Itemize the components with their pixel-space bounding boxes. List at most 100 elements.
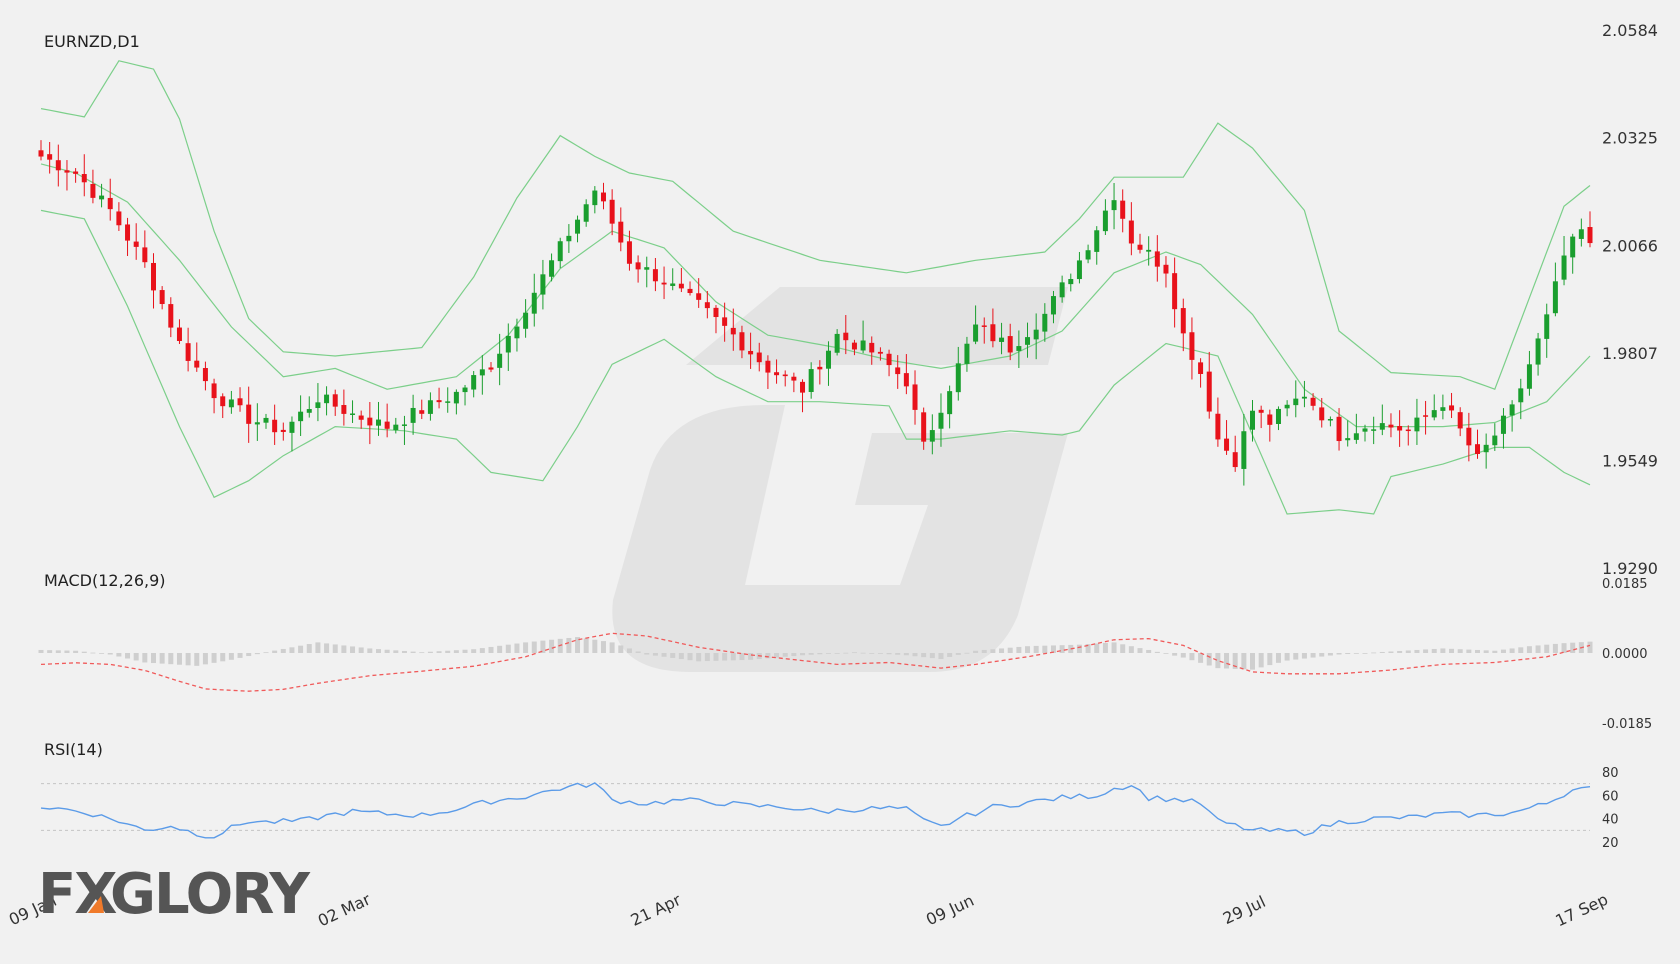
candle-body [877,351,883,354]
candle-body [817,366,823,370]
macd-histogram-bar [635,651,641,653]
macd-histogram-bar [886,653,892,655]
candle-body [393,424,399,431]
macd-histogram-bar [938,653,944,660]
candle-body [55,160,61,171]
candle-body [315,402,321,408]
candle-body [419,410,425,414]
rsi-axis-label: 40 [1602,813,1619,828]
macd-histogram-bar [1570,642,1576,653]
macd-histogram-bar [289,647,295,653]
macd-histogram-bar [713,653,719,661]
candle-body [1163,264,1169,274]
macd-histogram-bar [670,653,676,658]
candle-body [1449,405,1455,411]
macd-histogram-bar [774,653,780,658]
macd-histogram-bar [981,649,987,653]
macd-histogram-bar [678,653,684,660]
candle-body [505,335,511,353]
macd-histogram-bar [1120,644,1126,653]
candle-body [825,350,831,369]
macd-histogram-bar [81,651,87,653]
candle-body [696,293,702,300]
candle-body [410,407,416,423]
candle-body [999,337,1005,342]
candle-body [990,324,996,342]
macd-histogram-bar [912,653,918,657]
candle-body [1431,410,1437,418]
macd-histogram-bar [990,649,996,653]
macd-histogram-bar [73,650,79,653]
candle-body [955,363,961,393]
candle-body [228,399,234,408]
macd-histogram-bar [367,648,373,653]
candle-body [1475,444,1481,454]
candle-body [1198,362,1204,374]
macd-histogram-bar [583,638,589,653]
macd-histogram-bar [748,653,754,660]
candle-body [540,274,546,295]
macd-histogram-bar [1042,645,1048,653]
candle-body [808,369,814,393]
macd-histogram-bar [99,653,105,654]
macd-histogram-bar [782,653,788,657]
macd-histogram-bar [1180,653,1186,658]
macd-histogram-bar [722,653,728,661]
macd-histogram-bar [1423,649,1429,653]
macd-histogram-bar [462,649,468,653]
candle-body [938,412,944,429]
candle-body [895,367,901,375]
candle-body [384,421,390,429]
macd-histogram-bar [739,653,745,661]
candle-body [921,412,927,442]
macd-histogram-bar [1509,648,1515,653]
candle-body [1362,428,1368,432]
price-axis-label: 1.9807 [1602,344,1658,363]
macd-histogram-bar [497,645,503,653]
macd-histogram-bar [427,651,433,653]
macd-histogram-bar [1301,653,1307,659]
macd-histogram-bar [401,650,407,653]
macd-histogram-bar [280,648,286,653]
macd-histogram-bar [1224,653,1230,669]
macd-histogram-bar [523,642,529,653]
macd-histogram-bar [825,653,831,654]
candle-body [1154,251,1160,267]
macd-histogram-bar [1284,653,1290,661]
price-chart: 2.0584 2.0325 2.0066 1.9807 1.9549 1.92900.01… [0,0,1680,960]
macd-histogram-bar [150,653,156,664]
candle-body [929,430,935,442]
candle-body [81,174,87,183]
macd-histogram-bar [1128,646,1134,653]
macd-histogram-bar [1518,647,1524,653]
macd-histogram-bar [1059,645,1065,653]
candle-body [159,290,165,305]
candle-body [626,241,632,264]
candle-body [903,373,909,387]
macd-histogram-bar [133,653,139,661]
macd-histogram-bar [1353,653,1359,654]
candle-body [479,369,485,376]
candle-body [38,150,44,157]
candle-body [194,360,200,368]
macd-histogram-bar [47,650,53,653]
candle-body [1111,200,1117,211]
candle-body [1033,329,1039,340]
macd-histogram-bar [1397,650,1403,653]
candle-body [1457,412,1463,429]
candle-body [427,400,433,414]
macd-histogram-bar [1475,649,1481,653]
candle-body [1518,388,1524,403]
candle-body [635,262,641,270]
candle-body [981,325,987,327]
candle-body [1379,423,1385,430]
macd-histogram-bar [1431,648,1437,653]
candle-body [220,396,226,407]
macd-histogram-bar [505,644,511,653]
candle-body [1483,444,1489,453]
candle-body [1025,337,1031,345]
macd-histogram-bar [1310,653,1316,658]
candle-body [1137,244,1143,250]
macd-histogram-bar [488,646,494,653]
logo-glory-text: GLORY [110,862,311,927]
